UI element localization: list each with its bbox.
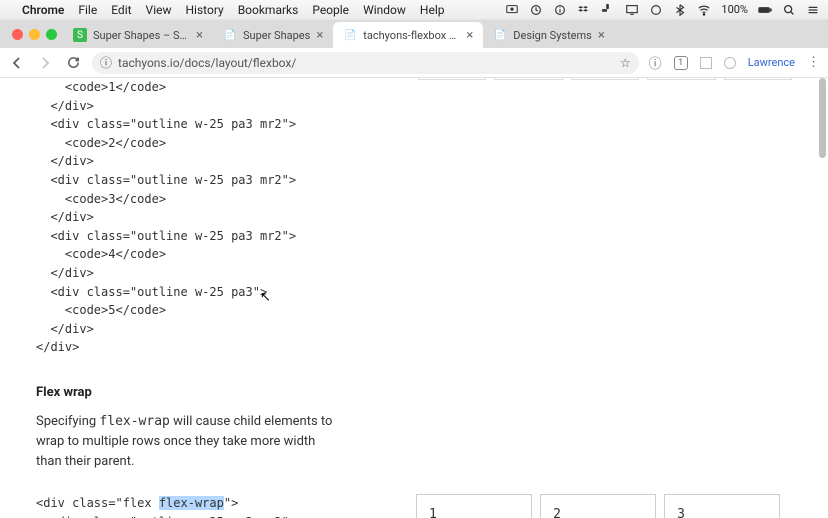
macos-menubar: Chrome File Edit View History Bookmarks … [0,0,828,20]
extension-square-icon[interactable] [700,57,712,69]
menu-help[interactable]: Help [420,3,445,17]
window-minimize-button[interactable] [29,29,40,40]
tab-close-icon[interactable]: × [466,28,473,43]
forward-button[interactable] [36,54,54,72]
tab-supershapes[interactable]: 📄 Super Shapes × [213,22,333,48]
window-zoom-button[interactable] [46,29,57,40]
screen-icon[interactable] [625,3,639,17]
battery-icon[interactable] [758,3,772,17]
window-controls [6,20,63,48]
tab-title: Super Shapes [243,29,310,42]
code-snippet-flex-wrap[interactable]: <div class="flex flex-wrap"> <div class=… [36,494,376,518]
circle-icon[interactable] [529,3,543,17]
demo-box: 1 [416,494,532,518]
url-text: tachyons.io/docs/layout/flexbox/ [118,56,296,70]
section-heading-flex-wrap: Flex wrap [36,385,792,400]
control-center-icon[interactable] [806,3,820,17]
slack-icon[interactable] [601,3,615,17]
menu-history[interactable]: History [186,3,224,17]
address-bar[interactable]: ⓘ tachyons.io/docs/layout/flexbox/ ☆ [92,52,639,74]
code-snippet-top[interactable]: <code>1</code> </div> <div class="outlin… [36,78,792,357]
menu-file[interactable]: File [78,3,97,17]
info-icon[interactable] [553,3,567,17]
profile-button[interactable]: Lawrence [748,56,795,69]
extension-onepassword-icon[interactable]: 1 [674,56,688,70]
favicon-icon: S [73,28,87,42]
reload-button[interactable] [64,54,82,72]
scrollbar-thumb[interactable] [819,78,826,158]
chrome-tabstrip: S Super Shapes – SuperHi × 📄 Super Shape… [0,20,828,48]
chrome-menu-icon[interactable]: ⋮ [807,55,820,70]
back-button[interactable] [8,54,26,72]
tab-close-icon[interactable]: × [598,28,605,43]
tab-title: tachyons-flexbox / Layout / Do [363,29,460,42]
section-description-flex-wrap: Specifying flex-wrap will cause child el… [36,412,336,472]
tab-title: Super Shapes – SuperHi [93,29,190,42]
display-icon[interactable] [649,3,663,17]
site-info-icon[interactable]: ⓘ [100,54,112,71]
menu-people[interactable]: People [312,3,349,17]
menu-view[interactable]: View [146,3,172,17]
tab-title: Design Systems [513,29,592,42]
demo-box: 3 [664,494,780,518]
favicon-icon: 📄 [343,28,357,42]
scrollbar-track[interactable] [814,78,828,518]
app-name[interactable]: Chrome [22,3,64,17]
highlighted-text: flex-wrap [159,496,224,510]
spotlight-icon[interactable] [782,3,796,17]
dropbox-icon[interactable] [577,3,591,17]
tab-close-icon[interactable]: × [316,28,323,43]
tab-tachyons-flexbox[interactable]: 📄 tachyons-flexbox / Layout / Do × [333,22,483,48]
menu-edit[interactable]: Edit [111,3,131,17]
favicon-icon: 📄 [223,28,237,42]
extension-circle-icon[interactable] [724,57,736,69]
page-viewport[interactable]: <code>1</code> </div> <div class="outlin… [0,78,828,518]
demo-remnant-row [418,78,792,80]
demo-box: 2 [540,494,656,518]
flex-wrap-demo: 1 2 3 4 5 [416,494,792,518]
bluetooth-icon[interactable] [673,3,687,17]
menu-bookmarks[interactable]: Bookmarks [238,3,299,17]
favicon-icon: 📄 [493,28,507,42]
window-close-button[interactable] [12,29,23,40]
wifi-icon[interactable] [697,3,711,17]
chrome-toolbar: ⓘ tachyons.io/docs/layout/flexbox/ ☆ ⓘ 1… [0,48,828,78]
tab-close-icon[interactable]: × [196,28,203,43]
tab-design-systems[interactable]: 📄 Design Systems × [483,22,615,48]
extensions-info-icon[interactable]: ⓘ [649,53,662,72]
screen-share-icon[interactable] [505,3,519,17]
menu-window[interactable]: Window [363,3,406,17]
star-bookmark-icon[interactable]: ☆ [620,56,631,70]
tab-supershapes-superhi[interactable]: S Super Shapes – SuperHi × [63,22,213,48]
battery-percent: 100% [721,3,748,16]
